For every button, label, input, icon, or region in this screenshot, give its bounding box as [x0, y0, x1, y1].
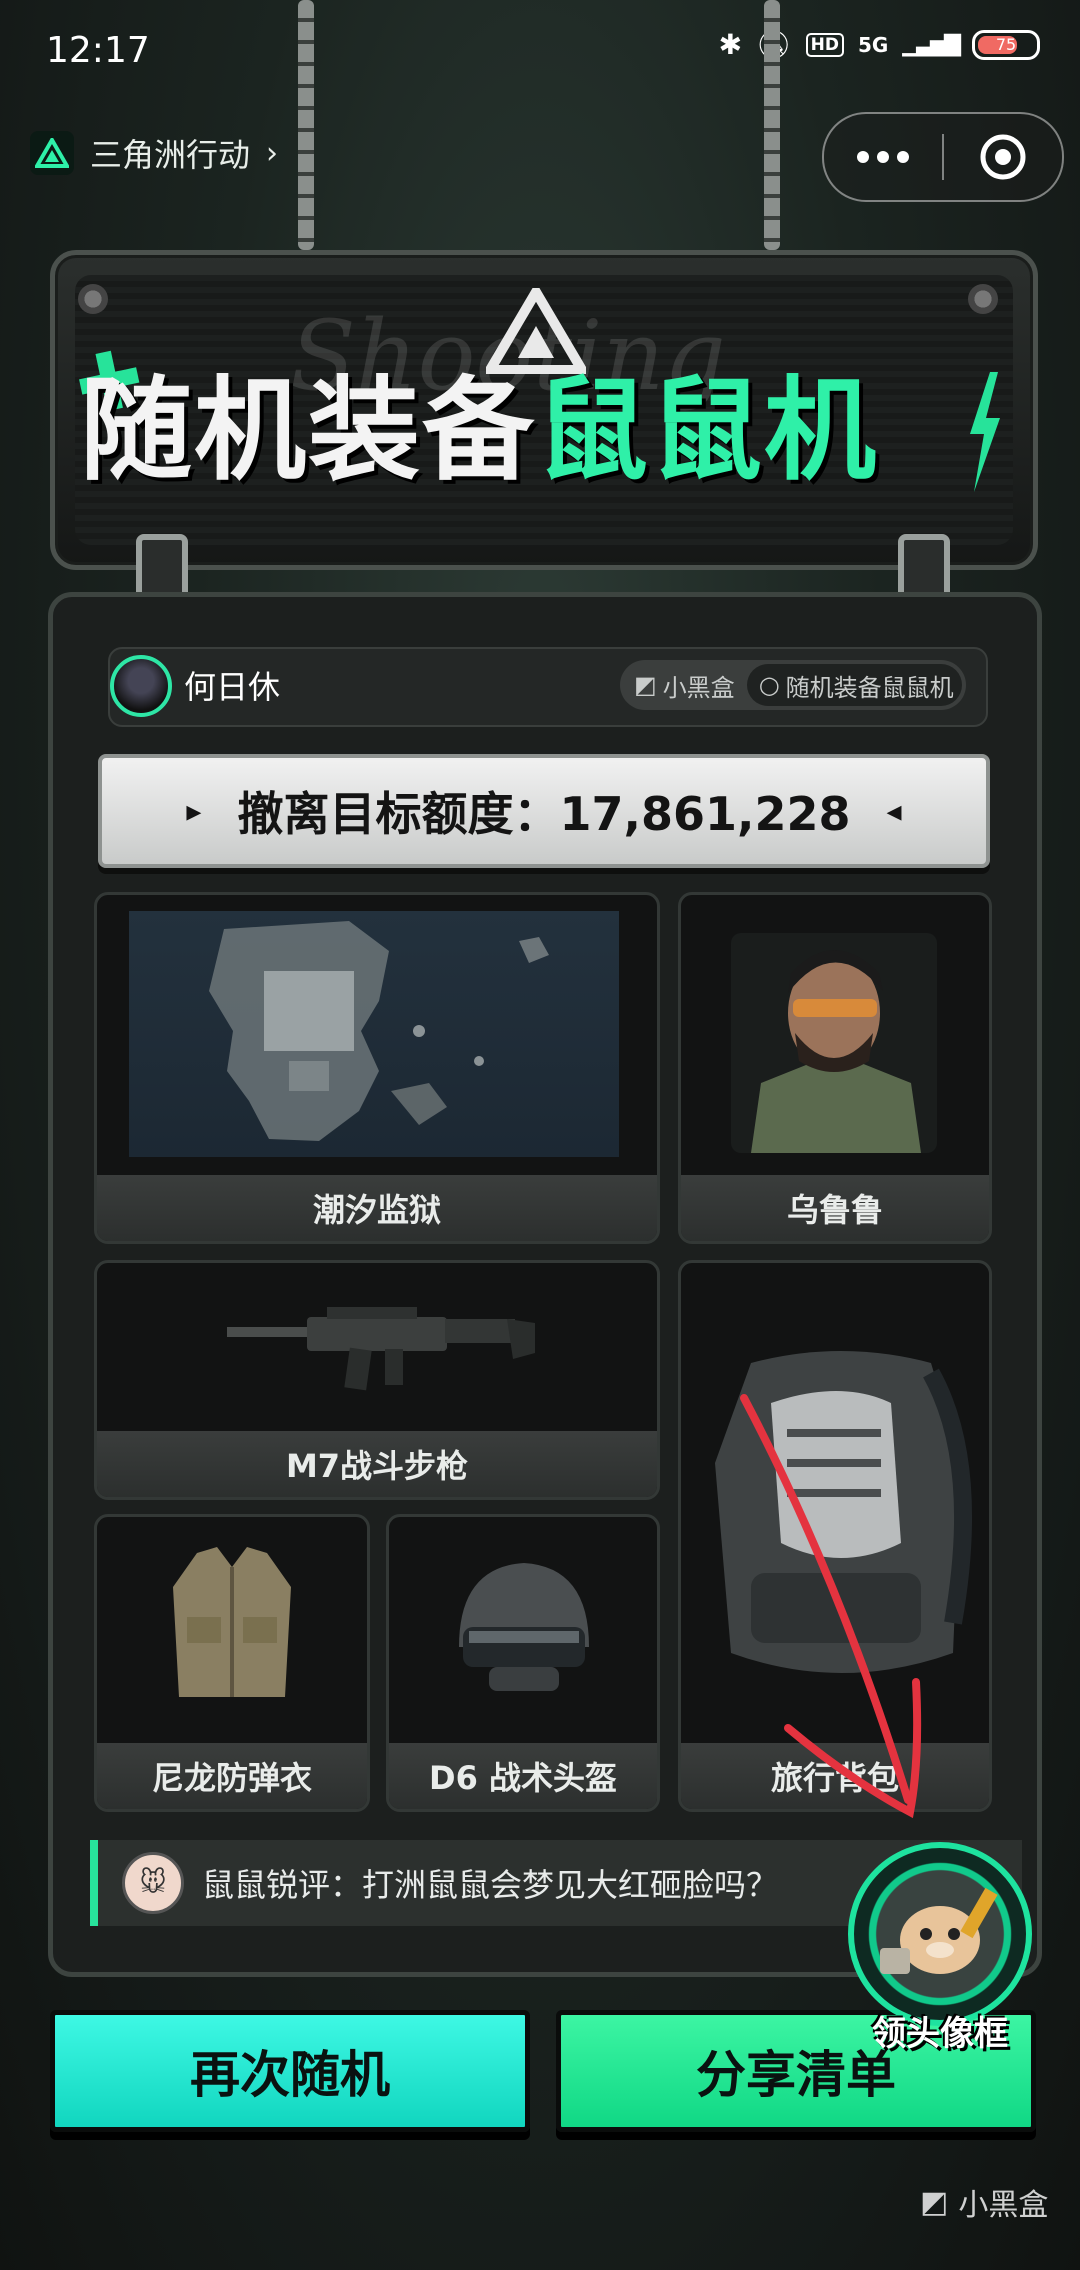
weapon-card[interactable]: M7战斗步枪 — [94, 1260, 660, 1500]
helmet-image — [449, 1557, 599, 1697]
network-type: 5G — [857, 32, 889, 57]
delta-logo-icon — [30, 131, 74, 175]
search-tag: ○ 随机装备鼠鼠机 — [746, 664, 962, 706]
annotation-arrow — [740, 1394, 922, 1819]
target-circle-icon — [980, 134, 1026, 180]
mini-program-capsule — [822, 112, 1064, 202]
bolt-icon — [968, 284, 998, 314]
brand-name: 小黑盒 — [662, 673, 735, 702]
armor-card[interactable]: 尼龙防弹衣 — [94, 1514, 370, 1812]
more-button[interactable] — [824, 114, 942, 200]
xiaoheihe-logo-icon: ◩ — [920, 2184, 949, 2220]
extraction-target-bar: ▸ 撤离目标额度：17,861,228 ◂ — [98, 754, 990, 868]
more-dots-icon — [857, 151, 909, 163]
map-card[interactable]: 潮汐监狱 — [94, 892, 660, 1244]
armor-image — [167, 1547, 297, 1707]
brand-tag: ◩ 小黑盒 — [620, 668, 747, 703]
operator-card[interactable]: 乌鲁鲁 — [678, 892, 992, 1244]
badge-label: 领头像框 — [872, 2014, 1008, 2054]
avatar[interactable] — [110, 655, 172, 717]
armor-name: 尼龙防弹衣 — [97, 1743, 367, 1809]
search-tag-text: 随机装备鼠鼠机 — [785, 673, 954, 702]
map-name: 潮汐监狱 — [97, 1175, 657, 1241]
operator-portrait — [731, 933, 937, 1153]
xiaoheihe-logo-icon: ◩ — [634, 671, 657, 699]
battery-icon: 75 — [972, 29, 1040, 60]
mouse-avatar-icon: 🐭︎ — [122, 1852, 184, 1914]
bracket-right-icon: ◂ — [886, 793, 902, 829]
chain-right — [764, 0, 780, 250]
username: 何日休 — [184, 668, 281, 706]
map-image — [129, 911, 619, 1157]
title-part-green: 鼠鼠机 — [536, 366, 878, 496]
review-text: 鼠鼠锐评：打洲鼠鼠会梦见大红砸脸吗？ — [202, 1866, 779, 1904]
mini-program-name: 三角洲行动 — [90, 136, 251, 174]
operator-name: 乌鲁鲁 — [681, 1175, 989, 1241]
title-part-white: 随机装备 — [80, 366, 536, 496]
source-tag: ◩ 小黑盒 ○ 随机装备鼠鼠机 — [620, 660, 966, 710]
bolt-icon — [78, 284, 108, 314]
weapon-name: M7战斗步枪 — [97, 1431, 657, 1497]
close-button[interactable] — [944, 114, 1062, 200]
watermark-text: 小黑盒 — [958, 2188, 1049, 2223]
hamster-mascot-icon — [880, 1887, 998, 1974]
watermark: ◩ 小黑盒 — [920, 2180, 1048, 2224]
chevron-right-icon: › — [266, 135, 279, 171]
mini-program-title[interactable]: 三角洲行动 › — [30, 130, 278, 176]
bracket-left-icon: ▸ — [186, 793, 202, 829]
avatar-frame-badge[interactable] — [848, 1842, 1032, 2026]
lightning-icon — [964, 372, 1004, 496]
extraction-target-text: 撤离目标额度：17,861,228 — [237, 787, 851, 841]
helmet-card[interactable]: D6 战术头盔 — [386, 1514, 660, 1812]
rifle-image — [217, 1289, 537, 1399]
randomize-again-button[interactable]: 再次随机 — [50, 2010, 530, 2132]
search-icon: ○ — [758, 671, 780, 699]
signal-icon: ▁▃▅▇ — [902, 32, 961, 57]
page-title: 随机装备鼠鼠机 — [80, 340, 878, 502]
chain-left — [298, 0, 314, 250]
hd-badge: HD — [805, 32, 844, 57]
status-time: 12:17 — [46, 30, 150, 71]
bluetooth-icon: ✱ — [718, 28, 743, 61]
helmet-name: D6 战术头盔 — [389, 1743, 657, 1809]
